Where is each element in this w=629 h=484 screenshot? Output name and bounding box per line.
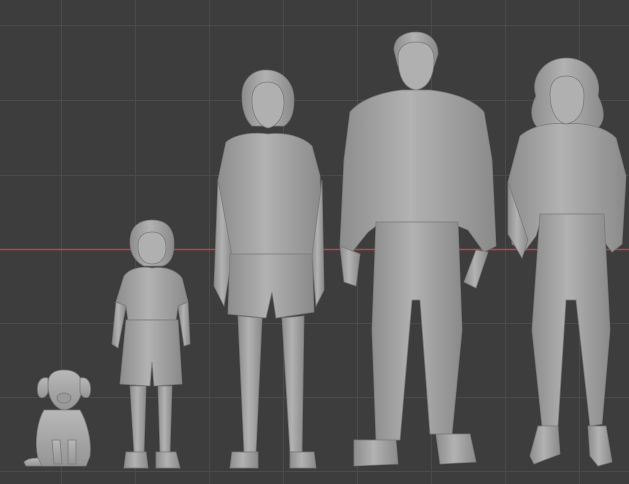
child-shoe-left	[123, 451, 149, 469]
dog-front-leg-right	[67, 439, 77, 465]
child-shirt	[115, 266, 189, 321]
child-leg-right	[157, 385, 173, 453]
man-shoe-left	[353, 439, 399, 467]
girl-shoe-right	[289, 451, 317, 469]
child-face	[137, 231, 167, 265]
3d-viewport[interactable]	[0, 0, 629, 484]
girl-cardigan	[217, 132, 323, 257]
child-shoe-right	[155, 451, 181, 469]
dog-body	[36, 409, 91, 467]
dog-muzzle	[56, 392, 72, 404]
dog-front-leg-left	[51, 439, 63, 465]
girl-shoe-left	[229, 451, 259, 469]
man-shoe-right	[435, 433, 477, 465]
viewport-canvas[interactable]	[0, 0, 629, 484]
child-shorts	[119, 319, 183, 387]
